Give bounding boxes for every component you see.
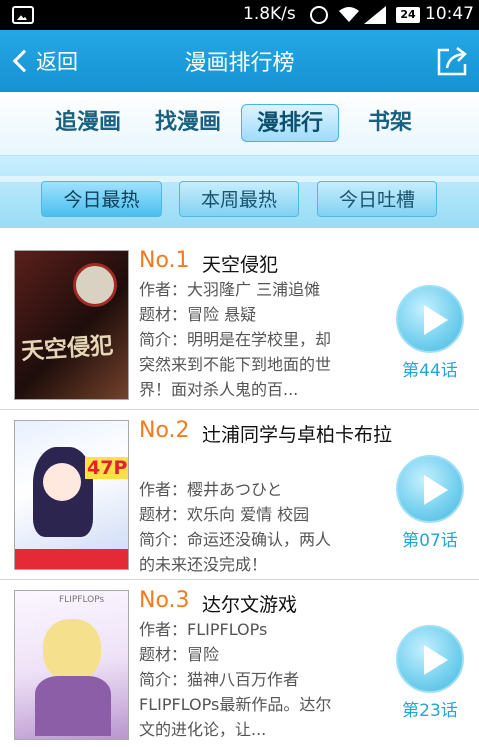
- sub-nav: 今日最热 本周最热 今日吐槽: [0, 156, 479, 228]
- episode-label: 第23话: [402, 701, 458, 721]
- tab-bookshelf[interactable]: 书架: [360, 104, 420, 142]
- rank-number: No.3: [139, 588, 190, 613]
- list-item[interactable]: 47P!! No.2 辻浦同学与卓柏卡布拉 作者：樱井あつひと 题材：欢乐向 爱…: [0, 410, 479, 580]
- main-nav: 追漫画 找漫画 漫排行 书架: [0, 92, 479, 156]
- rank-number: No.1: [139, 248, 190, 273]
- list-item[interactable]: 天空侵犯 No.1 天空侵犯 作者：大羽隆广 三浦追傩 题材：冒险 悬疑 简介：…: [0, 240, 479, 410]
- share-icon[interactable]: [435, 44, 469, 78]
- signal-icon: [364, 6, 386, 24]
- tab-ranking[interactable]: 漫排行: [241, 104, 339, 142]
- subtab-today-complaints[interactable]: 今日吐槽: [317, 181, 437, 217]
- play-icon[interactable]: [396, 625, 464, 693]
- rank-number: No.2: [139, 418, 190, 443]
- clock: 10:47: [425, 4, 474, 24]
- comic-desc-line: 简介：命运还没确认，两人: [139, 530, 332, 549]
- comic-desc-line: 突然来到不能下到地面的世: [139, 355, 332, 374]
- comic-title: 达尔文游戏: [202, 594, 298, 616]
- tab-follow[interactable]: 追漫画: [46, 104, 130, 142]
- comic-cover: 天空侵犯: [14, 250, 129, 400]
- comic-cover: FLIPFLOPs: [14, 590, 129, 740]
- comic-desc-line: 简介：明明是在学校里，却: [139, 330, 332, 349]
- episode-label: 第07话: [402, 531, 458, 551]
- comic-title: 天空侵犯: [202, 254, 279, 276]
- comic-desc-line: 简介：猫神八百万作者: [139, 670, 300, 689]
- play-icon[interactable]: [396, 455, 464, 523]
- comic-desc-line: 的未来还没完成！: [139, 555, 268, 574]
- comic-genre: 题材：冒险: [139, 645, 220, 664]
- alarm-icon: [310, 6, 328, 24]
- comic-genre: 题材：欢乐向 爱情 校园: [139, 505, 310, 524]
- wifi-icon: [339, 7, 359, 22]
- page-title: 漫画排行榜: [184, 51, 295, 76]
- subtab-today-hot[interactable]: 今日最热: [41, 181, 162, 217]
- list-item[interactable]: FLIPFLOPs No.3 达尔文游戏 作者：FLIPFLOPs 题材：冒险 …: [0, 580, 479, 747]
- episode-label: 第44话: [402, 361, 458, 381]
- comic-desc-line: 界！面对杀人鬼的百...: [139, 380, 299, 399]
- battery-indicator: 24: [396, 7, 420, 23]
- tab-find[interactable]: 找漫画: [146, 104, 230, 142]
- play-icon[interactable]: [396, 285, 464, 353]
- comic-author: 作者：FLIPFLOPs: [139, 620, 268, 639]
- comic-cover: 47P!!: [14, 420, 129, 570]
- comic-genre: 题材：冒险 悬疑: [139, 305, 257, 324]
- comic-title: 辻浦同学与卓柏卡布拉: [202, 424, 393, 446]
- comic-desc-line: 文的进化论，让...: [139, 720, 267, 739]
- gallery-icon: [12, 6, 34, 24]
- status-bar: 1.8K/s 24 10:47: [0, 0, 479, 30]
- comic-desc-line: FLIPFLOPs最新作品。达尔: [139, 695, 332, 714]
- subtab-week-hot[interactable]: 本周最热: [179, 181, 299, 217]
- comic-author: 作者：樱井あつひと: [139, 480, 283, 499]
- network-speed: 1.8K/s: [243, 4, 296, 24]
- comic-author: 作者：大羽隆广 三浦追傩: [139, 280, 321, 299]
- title-bar: 返回 漫画排行榜: [0, 30, 479, 92]
